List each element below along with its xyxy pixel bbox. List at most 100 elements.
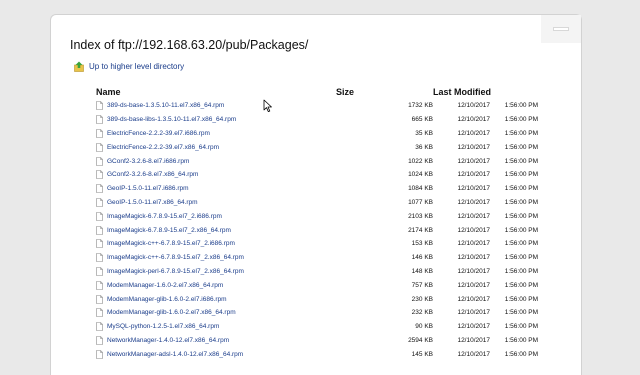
file-link[interactable]: 389-ds-base-1.3.5.10-11.el7.x86_64.rpm — [107, 102, 224, 109]
table-row: 389-ds-base-libs-1.3.5.10-11.el7.x86_64.… — [96, 113, 538, 127]
file-date: 12/10/2017 — [457, 254, 490, 262]
file-link[interactable]: ImageMagick-6.7.8.9-15.el7_2.i686.rpm — [107, 213, 222, 220]
file-link[interactable]: ModemManager-glib-1.6.0-2.el7.i686.rpm — [107, 296, 227, 303]
file-icon — [96, 239, 103, 249]
file-link[interactable]: ElectricFence-2.2.2-39.el7.x86_64.rpm — [107, 144, 219, 151]
file-name-cell: GeoIP-1.5.0-11.el7.x86_64.rpm — [96, 196, 336, 210]
file-name-cell: ElectricFence-2.2.2-39.el7.x86_64.rpm — [96, 140, 336, 154]
file-link[interactable]: ElectricFence-2.2.2-39.el7.i686.rpm — [107, 130, 210, 137]
file-date: 12/10/2017 — [457, 102, 490, 110]
table-row: 389-ds-base-1.3.5.10-11.el7.x86_64.rpm 17… — [96, 99, 538, 113]
table-row: ImageMagick-6.7.8.9-15.el7_2.x86_64.rpm 2… — [96, 223, 538, 237]
table-row: ModemManager-glib-1.6.0-2.el7.i686.rpm 23… — [96, 292, 538, 306]
file-icon — [96, 308, 103, 318]
column-header-name[interactable]: Name — [96, 84, 336, 99]
file-time: 1:56:00 PM — [504, 116, 538, 124]
file-size: 36 KB — [415, 143, 433, 151]
file-time: 1:56:00 PM — [504, 226, 538, 234]
file-link[interactable]: GConf2-3.2.6-8.el7.i686.rpm — [107, 158, 189, 165]
up-directory-link[interactable]: Up to higher level directory — [74, 61, 184, 72]
file-link[interactable]: ImageMagick-c++-6.7.8.9-15.el7_2.x86_64.… — [107, 254, 244, 261]
table-row: GConf2-3.2.6-8.el7.x86_64.rpm 1024 KB 12/1… — [96, 168, 538, 182]
file-icon — [96, 156, 103, 166]
table-header-row: Name Size Last Modified — [96, 84, 538, 99]
table-row: ElectricFence-2.2.2-39.el7.i686.rpm 35 KB… — [96, 127, 538, 141]
column-header-modified[interactable]: Last Modified — [433, 84, 538, 99]
file-time: 1:56:00 PM — [504, 336, 538, 344]
table-row: ModemManager-1.6.0-2.el7.x86_64.rpm 757 K… — [96, 278, 538, 292]
up-directory-label: Up to higher level directory — [89, 62, 185, 71]
file-icon — [96, 101, 103, 111]
file-name-cell: NetworkManager-1.4.0-12.el7.x86_64.rpm — [96, 334, 336, 348]
mouse-cursor-icon — [263, 99, 272, 112]
file-icon — [96, 349, 103, 359]
file-link[interactable]: NetworkManager-1.4.0-12.el7.x86_64.rpm — [107, 337, 229, 344]
file-date: 12/10/2017 — [457, 267, 490, 275]
file-link[interactable]: MySQL-python-1.2.5-1.el7.x86_64.rpm — [107, 323, 219, 330]
file-icon — [96, 198, 103, 207]
file-name-cell: MySQL-python-1.2.5-1.el7.x86_64.rpm — [96, 320, 336, 334]
table-row: ImageMagick-perl-6.7.8.9-15.el7_2.x86_64… — [96, 265, 538, 279]
file-time: 1:56:00 PM — [504, 198, 538, 206]
file-date: 12/10/2017 — [457, 281, 490, 289]
file-name-cell: ModemManager-1.6.0-2.el7.x86_64.rpm — [96, 278, 336, 292]
file-time: 1:56:00 PM — [504, 281, 538, 289]
file-link[interactable]: 389-ds-base-libs-1.3.5.10-11.el7.x86_64.… — [107, 116, 236, 123]
file-table: Name Size Last Modified 389-ds-base-1.3.… — [96, 84, 538, 361]
file-time: 1:56:00 PM — [504, 102, 538, 110]
page-title: Index of ftp://192.168.63.20/pub/Package… — [70, 38, 309, 52]
table-row: ImageMagick-6.7.8.9-15.el7_2.i686.rpm 210… — [96, 209, 538, 223]
folder-up-icon — [74, 61, 84, 72]
file-time: 1:56:00 PM — [504, 254, 538, 262]
file-size: 1022 KB — [408, 157, 433, 165]
file-size: 2594 KB — [408, 336, 433, 344]
file-time: 1:56:00 PM — [504, 143, 538, 151]
file-size: 35 KB — [415, 129, 433, 137]
file-date: 12/10/2017 — [457, 116, 490, 124]
file-date: 12/10/2017 — [457, 295, 490, 303]
file-time: 1:56:00 PM — [504, 157, 538, 165]
file-link[interactable]: ImageMagick-c++-6.7.8.9-15.el7_2.i686.rp… — [107, 240, 235, 247]
file-name-cell: 389-ds-base-libs-1.3.5.10-11.el7.x86_64.… — [96, 113, 336, 127]
file-link[interactable]: GeoIP-1.5.0-11.el7.x86_64.rpm — [107, 199, 198, 206]
file-time: 1:56:00 PM — [504, 171, 538, 179]
file-icon — [96, 225, 103, 235]
file-icon — [96, 294, 103, 304]
table-row: GConf2-3.2.6-8.el7.i686.rpm 1022 KB 12/10/… — [96, 154, 538, 168]
column-header-size[interactable]: Size — [336, 84, 433, 99]
file-name-cell: ElectricFence-2.2.2-39.el7.i686.rpm — [96, 127, 336, 141]
file-link[interactable]: NetworkManager-adsl-1.4.0-12.el7.x86_64.… — [107, 351, 243, 358]
file-link[interactable]: ImageMagick-6.7.8.9-15.el7_2.x86_64.rpm — [107, 227, 231, 234]
file-link[interactable]: GeoIP-1.5.0-11.el7.i686.rpm — [107, 185, 189, 192]
file-date: 12/10/2017 — [457, 157, 490, 165]
file-link[interactable]: ModemManager-1.6.0-2.el7.x86_64.rpm — [107, 282, 223, 289]
file-name-cell: GeoIP-1.5.0-11.el7.i686.rpm — [96, 182, 336, 196]
file-size: 148 KB — [411, 267, 433, 275]
file-icon — [96, 336, 103, 345]
file-name-cell: ModemManager-glib-1.6.0-2.el7.x86_64.rpm — [96, 306, 336, 320]
file-size: 1077 KB — [408, 198, 433, 206]
file-name-cell: 389-ds-base-1.3.5.10-11.el7.x86_64.rpm — [96, 99, 336, 113]
file-size: 2174 KB — [408, 226, 433, 234]
window-control[interactable] — [541, 15, 581, 43]
file-date: 12/10/2017 — [457, 129, 490, 137]
file-date: 12/10/2017 — [457, 226, 490, 234]
file-date: 12/10/2017 — [457, 309, 490, 317]
file-time: 1:56:00 PM — [504, 309, 538, 317]
file-time: 1:56:00 PM — [504, 240, 538, 248]
minimize-bar — [553, 27, 569, 31]
file-name-cell: GConf2-3.2.6-8.el7.x86_64.rpm — [96, 168, 336, 182]
file-date: 12/10/2017 — [457, 185, 490, 193]
file-size: 1084 KB — [408, 185, 433, 193]
file-time: 1:56:00 PM — [504, 129, 538, 137]
file-size: 145 KB — [411, 350, 433, 358]
file-name-cell: NetworkManager-adsl-1.4.0-12.el7.x86_64.… — [96, 347, 336, 361]
file-size: 232 KB — [411, 309, 433, 317]
table-row: GeoIP-1.5.0-11.el7.x86_64.rpm 1077 KB 12/1… — [96, 196, 538, 210]
file-size: 665 KB — [411, 116, 433, 124]
file-link[interactable]: ImageMagick-perl-6.7.8.9-15.el7_2.x86_64… — [107, 268, 244, 275]
file-name-cell: ImageMagick-6.7.8.9-15.el7_2.i686.rpm — [96, 209, 336, 223]
file-size: 2103 KB — [408, 212, 433, 220]
file-link[interactable]: GConf2-3.2.6-8.el7.x86_64.rpm — [107, 171, 198, 178]
file-link[interactable]: ModemManager-glib-1.6.0-2.el7.x86_64.rpm — [107, 309, 236, 316]
